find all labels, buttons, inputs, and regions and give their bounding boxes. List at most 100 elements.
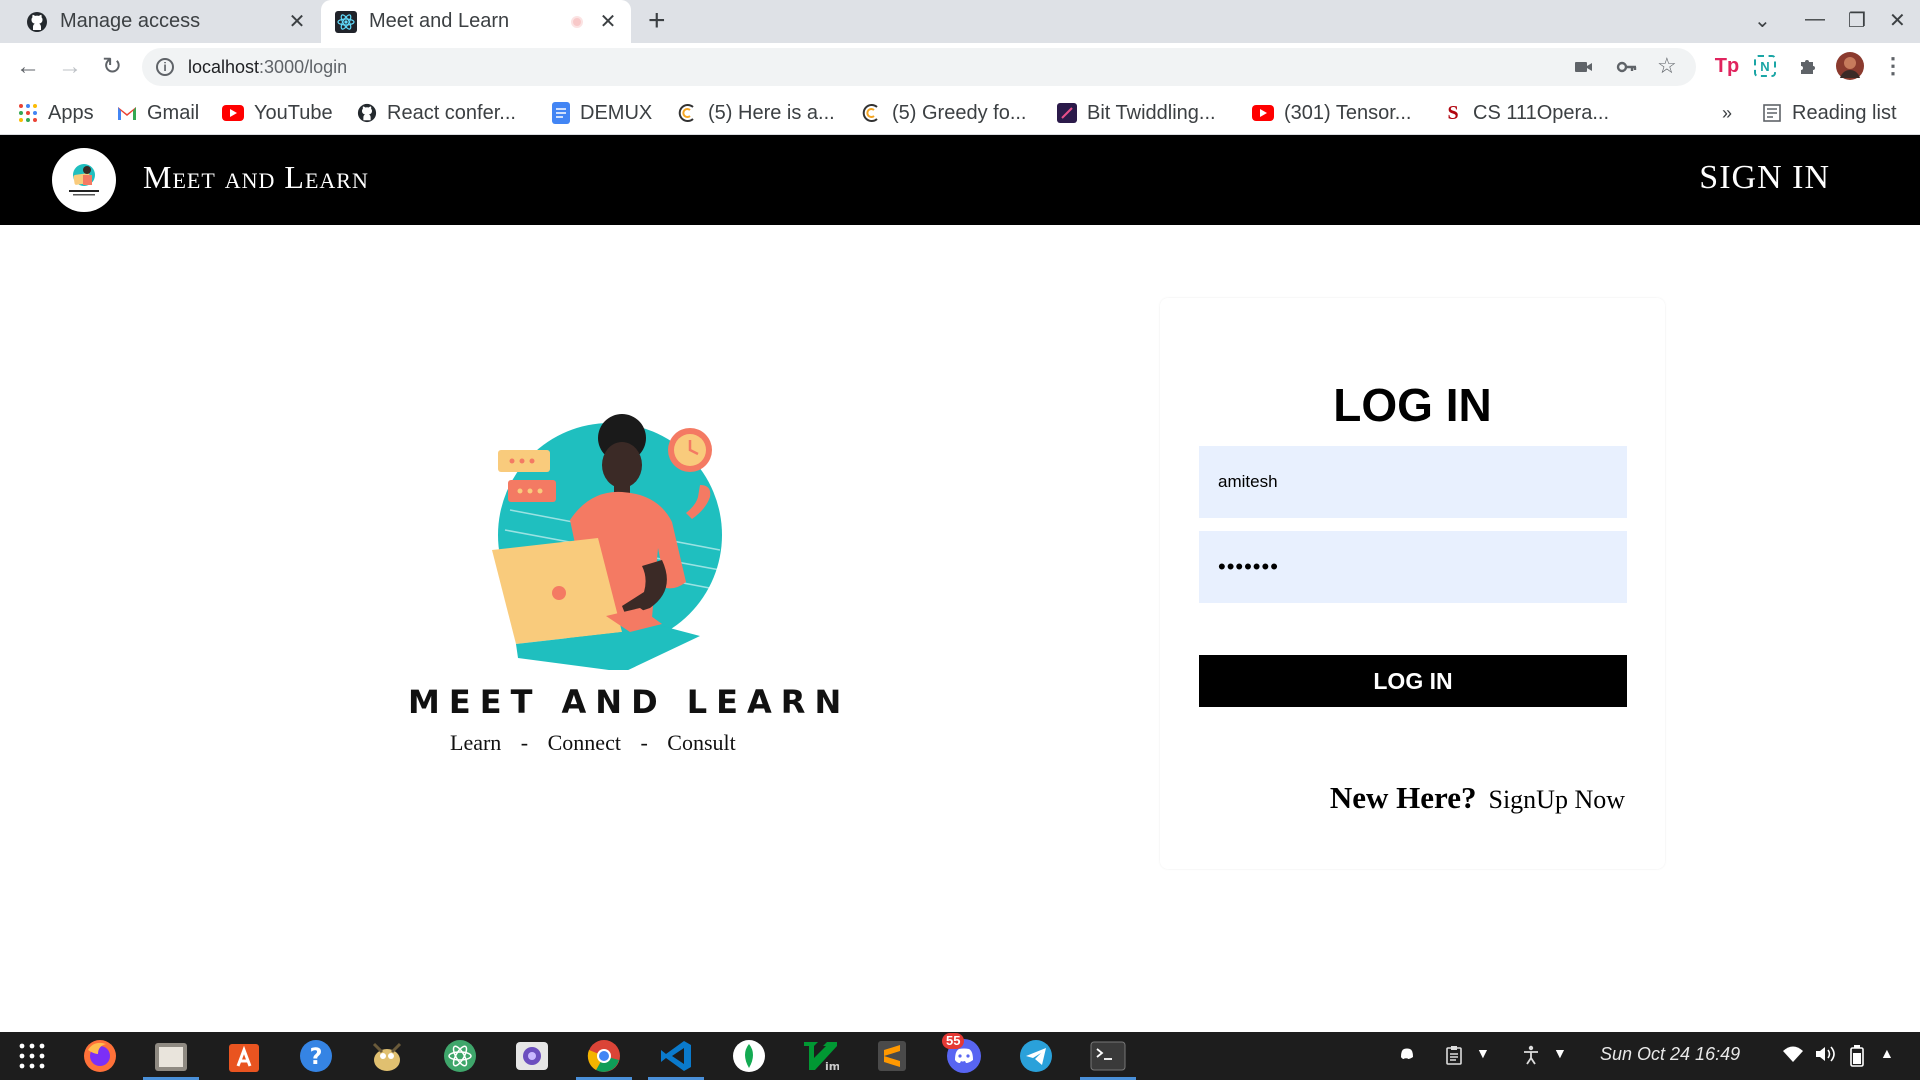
browser-menu-icon[interactable]: ⋮ <box>1880 53 1906 79</box>
software-center-icon[interactable] <box>224 1037 264 1075</box>
camera-icon[interactable] <box>1574 57 1594 82</box>
wifi-icon[interactable] <box>1782 1045 1804 1068</box>
bookmark-cs111[interactable]: S CS 111Opera... <box>1443 99 1609 127</box>
youtube-icon <box>222 105 244 121</box>
mongodb-icon[interactable] <box>729 1037 769 1075</box>
bookmark-star-icon[interactable]: ☆ <box>1657 53 1677 79</box>
forward-icon[interactable]: → <box>56 53 84 81</box>
back-icon[interactable]: ← <box>14 53 42 81</box>
bookmarks-overflow-button[interactable]: » <box>1722 99 1732 127</box>
bookmark-label: DEMUX <box>580 101 653 124</box>
app-title[interactable]: Meet and Learn <box>143 159 369 196</box>
gimp-icon[interactable] <box>367 1037 407 1075</box>
minimize-icon[interactable]: — <box>1805 8 1825 31</box>
sign-in-link[interactable]: SIGN IN <box>1699 159 1830 197</box>
reload-icon[interactable]: ↻ <box>98 53 126 81</box>
brand-tagline: Learn - Connect - Consult <box>444 730 742 756</box>
bookmark-react-conference[interactable]: React confer... <box>357 99 516 127</box>
extensions-puzzle-icon[interactable] <box>1795 53 1821 79</box>
help-icon[interactable]: ? <box>296 1037 336 1075</box>
chrome-icon[interactable] <box>576 1037 632 1080</box>
restore-icon[interactable]: ❐ <box>1848 8 1866 33</box>
bookmark-gmail[interactable]: Gmail <box>117 99 199 127</box>
tab-search-chevron-icon[interactable]: ⌄ <box>1754 8 1771 33</box>
bookmark-label: (301) Tensor... <box>1284 101 1412 124</box>
clock[interactable]: Sun Oct 24 16:49 <box>1600 1044 1740 1065</box>
stanford-icon: S <box>1447 101 1459 124</box>
app-grid-icon[interactable] <box>12 1037 52 1075</box>
person-at-laptop-illustration <box>492 414 722 672</box>
clipboard-icon[interactable] <box>1444 1045 1464 1070</box>
svg-text:?: ? <box>310 1045 323 1070</box>
signup-question: New Here? <box>1329 780 1477 815</box>
bookmark-label: CS 111Opera... <box>1473 101 1609 124</box>
tagline-separator: - <box>640 730 648 755</box>
signup-link[interactable]: SignUp Now <box>1488 785 1625 815</box>
bookmark-tensor[interactable]: (301) Tensor... <box>1252 99 1411 127</box>
atom-icon[interactable] <box>440 1037 480 1075</box>
tab-manage-access[interactable]: Manage access ✕ <box>14 0 320 43</box>
codeforces-icon <box>862 103 882 123</box>
bookmark-youtube[interactable]: YouTube <box>222 99 333 127</box>
firefox-icon[interactable] <box>80 1037 120 1075</box>
discord-badge: 55 <box>942 1033 965 1049</box>
key-icon[interactable] <box>1616 57 1638 82</box>
site-info-icon[interactable]: i <box>156 58 174 76</box>
password-input[interactable]: ••••••• <box>1199 531 1627 603</box>
bookmark-here-is-a[interactable]: (5) Here is a... <box>678 99 835 127</box>
system-menu-icon[interactable]: ▲ <box>1880 1045 1894 1061</box>
github-icon <box>357 103 377 123</box>
brand-name: MEET AND LEARN <box>408 683 851 721</box>
discord-tray-icon[interactable] <box>1398 1045 1416 1066</box>
profile-avatar[interactable] <box>1836 52 1864 80</box>
svg-text:im: im <box>825 1060 839 1073</box>
battery-icon[interactable] <box>1850 1045 1864 1072</box>
bookmark-label: Bit Twiddling... <box>1087 101 1216 124</box>
bookmark-greedy-fo[interactable]: (5) Greedy fo... <box>862 99 1027 127</box>
url-text: localhost:3000/login <box>188 56 348 77</box>
vscode-icon[interactable] <box>648 1037 704 1080</box>
close-tab-icon[interactable]: ✕ <box>286 11 308 33</box>
address-bar[interactable]: i localhost:3000/login ☆ <box>142 48 1696 86</box>
bookmark-label: Gmail <box>147 101 200 124</box>
youtube-icon <box>1252 105 1274 121</box>
files-icon[interactable] <box>143 1037 199 1080</box>
tab-title: Manage access <box>60 10 201 32</box>
bookmark-label: React confer... <box>387 101 516 124</box>
discord-icon[interactable]: 55 <box>942 1033 984 1075</box>
recording-indicator-icon <box>571 16 583 28</box>
app-logo[interactable] <box>52 148 116 212</box>
reading-list-button[interactable]: Reading list <box>1762 99 1897 127</box>
bookmark-bit-twiddling[interactable]: Bit Twiddling... <box>1057 99 1216 127</box>
signup-prompt: New Here? SignUp Now <box>1330 780 1625 816</box>
bookmark-label: (5) Greedy fo... <box>892 101 1027 124</box>
sublime-icon[interactable] <box>872 1037 912 1075</box>
accessibility-icon[interactable] <box>1522 1045 1540 1070</box>
vim-icon[interactable]: im <box>800 1037 840 1075</box>
site-icon <box>1057 103 1077 123</box>
bookmark-demux[interactable]: DEMUX <box>552 99 652 127</box>
new-tab-button[interactable]: + <box>648 6 666 36</box>
tab-meet-and-learn[interactable]: Meet and Learn ✕ <box>321 0 631 43</box>
telegram-icon[interactable] <box>1016 1037 1056 1075</box>
codeforces-icon <box>678 103 698 123</box>
screenshot-icon[interactable] <box>512 1037 552 1075</box>
extension-tp-icon[interactable]: Tp <box>1714 53 1740 79</box>
tagline-consult: Consult <box>667 730 736 755</box>
username-input[interactable] <box>1199 446 1627 518</box>
accessibility-dropdown-icon[interactable]: ▼ <box>1553 1045 1567 1061</box>
bookmark-apps[interactable]: Apps <box>18 99 94 127</box>
extension-n-icon[interactable]: N <box>1754 55 1776 77</box>
overflow-chevron-icon: » <box>1722 102 1733 123</box>
volume-icon[interactable] <box>1814 1045 1836 1068</box>
gmail-icon <box>117 103 137 123</box>
clipboard-dropdown-icon[interactable]: ▼ <box>1476 1045 1490 1061</box>
app-navbar: Meet and Learn SIGN IN <box>0 135 1920 225</box>
login-button[interactable]: LOG IN <box>1199 655 1627 707</box>
close-window-icon[interactable]: ✕ <box>1889 8 1906 33</box>
close-tab-icon[interactable]: ✕ <box>597 11 619 33</box>
bookmark-label: Apps <box>48 101 94 124</box>
bookmark-label: (5) Here is a... <box>708 101 835 124</box>
terminal-icon[interactable] <box>1080 1037 1136 1080</box>
bookmarks-bar: Apps Gmail YouTube React confer... DEMUX… <box>0 91 1920 135</box>
